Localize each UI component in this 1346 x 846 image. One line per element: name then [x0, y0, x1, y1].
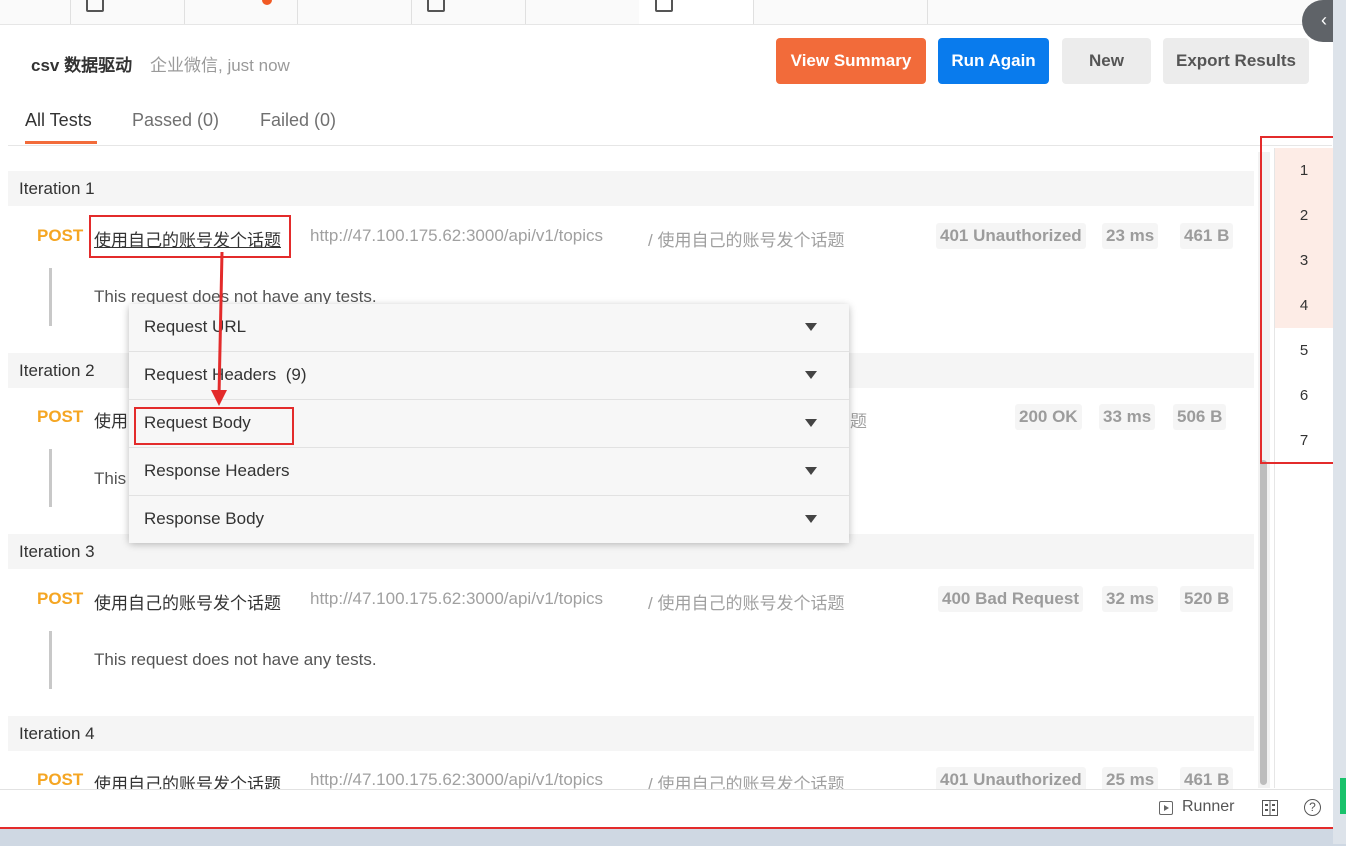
tab-divider	[8, 145, 1332, 146]
run-title: csv 数据驱动	[31, 56, 133, 75]
request-name-link[interactable]: 使用自己的账号发个话题	[94, 589, 281, 614]
iteration-header: Iteration 1	[8, 171, 1254, 206]
play-square-icon	[1159, 801, 1173, 815]
size-badge: 461 B	[1180, 223, 1234, 249]
tab-fragment[interactable]	[70, 0, 185, 24]
dropdown-item-label: Response Body	[144, 509, 265, 528]
request-method: POST	[37, 226, 84, 245]
unsaved-dot-icon	[262, 0, 272, 5]
tab-fragment-active[interactable]	[639, 0, 754, 24]
dropdown-item-response-headers[interactable]: Response Headers	[129, 448, 849, 496]
two-pane-icon[interactable]	[1262, 800, 1278, 816]
no-tests-message: This	[94, 469, 127, 488]
request-row[interactable]: POST 使用自己的账号发个话题 http://47.100.175.62:30…	[8, 585, 1254, 615]
iteration-header: Iteration 4	[8, 716, 1254, 751]
tab-passed[interactable]: Passed (0)	[132, 110, 219, 131]
window-bottom-edge	[0, 827, 1346, 846]
chevron-left-icon: ‹	[1321, 10, 1327, 30]
tab-fragment[interactable]	[411, 0, 526, 24]
request-url: http://47.100.175.62:3000/api/v1/topics	[310, 770, 604, 789]
help-circle-icon[interactable]: ?	[1304, 799, 1321, 816]
view-summary-button[interactable]: View Summary	[776, 38, 926, 84]
annotation-arrow	[211, 251, 227, 406]
request-tab-strip	[0, 0, 1346, 25]
test-result-bar	[49, 268, 52, 326]
status-badge: 401 Unauthorized	[936, 223, 1086, 249]
test-result-bar	[49, 449, 52, 507]
run-meta: 企业微信, just now	[150, 56, 290, 75]
caret-down-icon	[805, 371, 817, 379]
status-badge: 200 OK	[1015, 404, 1082, 430]
tab-failed[interactable]: Failed (0)	[260, 110, 336, 131]
annotation-box-request-body	[134, 407, 294, 445]
request-name-link[interactable]: 使用	[94, 407, 128, 432]
size-badge: 520 B	[1180, 586, 1234, 612]
dropdown-item-label: Response Headers	[144, 461, 290, 480]
caret-down-icon	[805, 323, 817, 331]
no-tests-message: This request does not have any tests.	[94, 650, 377, 669]
status-bar	[0, 789, 1346, 828]
request-url: http://47.100.175.62:3000/api/v1/topics	[310, 589, 604, 608]
test-result-bar	[49, 631, 52, 689]
time-badge: 33 ms	[1099, 404, 1156, 430]
request-method: POST	[37, 770, 84, 789]
active-tab-indicator	[25, 141, 97, 144]
request-path: 题	[850, 412, 867, 431]
window-right-edge	[1333, 0, 1346, 844]
request-method: POST	[37, 589, 84, 608]
annotation-box-iteration-nav	[1260, 136, 1335, 464]
caret-down-icon	[805, 419, 817, 427]
export-results-button[interactable]: Export Results	[1163, 38, 1309, 84]
request-method: POST	[37, 407, 84, 426]
new-button[interactable]: New	[1062, 38, 1151, 84]
edge-marker	[1340, 778, 1346, 814]
document-icon	[427, 0, 445, 12]
request-path: / 使用自己的账号发个话题	[648, 594, 845, 613]
size-badge: 506 B	[1173, 404, 1227, 430]
document-icon	[86, 0, 104, 12]
scrollbar-thumb[interactable]	[1260, 460, 1267, 785]
request-url: http://47.100.175.62:3000/api/v1/topics	[310, 226, 604, 245]
annotation-box-request-name	[89, 215, 291, 258]
time-badge: 23 ms	[1102, 223, 1159, 249]
runner-tab-icon	[655, 0, 673, 12]
caret-down-icon	[805, 467, 817, 475]
tab-fragment[interactable]	[0, 0, 71, 24]
tab-fragment[interactable]	[753, 0, 928, 24]
tab-all-tests[interactable]: All Tests	[25, 110, 92, 131]
tab-fragment[interactable]	[297, 0, 412, 24]
status-badge: 400 Bad Request	[938, 586, 1083, 612]
tab-fragment[interactable]	[184, 0, 298, 24]
time-badge: 32 ms	[1102, 586, 1159, 612]
runner-button[interactable]: Runner	[1182, 798, 1234, 816]
request-path: / 使用自己的账号发个话题	[648, 231, 845, 250]
caret-down-icon	[805, 515, 817, 523]
run-again-button[interactable]: Run Again	[938, 38, 1049, 84]
dropdown-item-response-body[interactable]: Response Body	[129, 496, 849, 543]
tab-fragment[interactable]	[525, 0, 640, 24]
